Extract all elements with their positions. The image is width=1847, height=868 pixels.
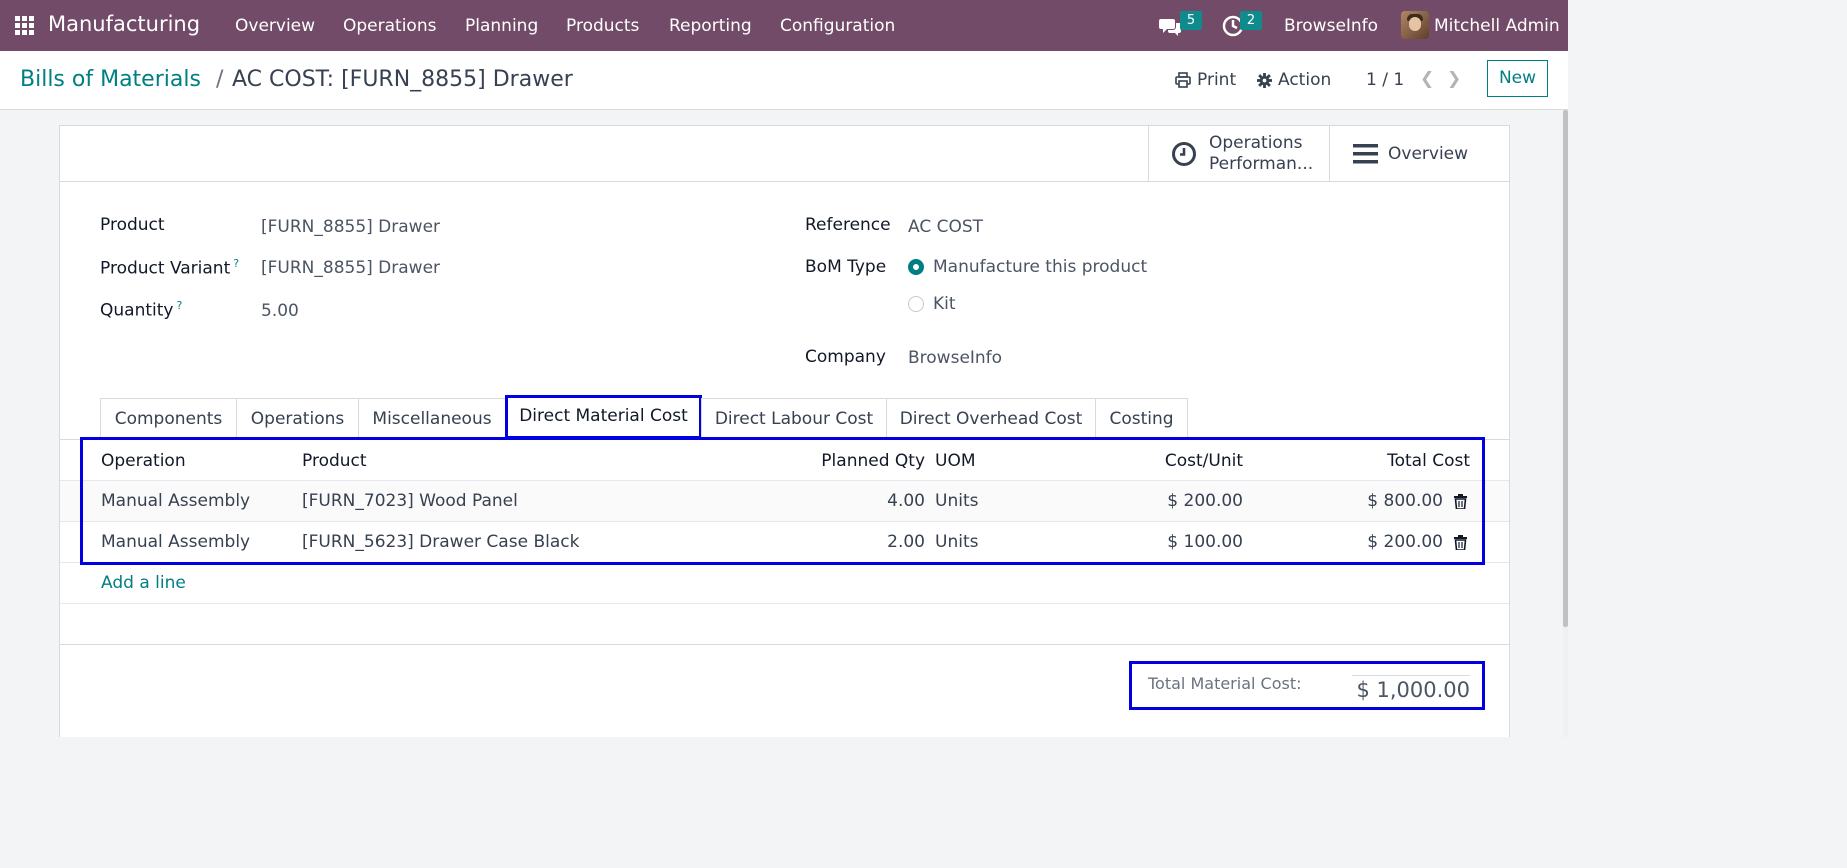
col-planned-qty[interactable]: Planned Qty bbox=[760, 451, 925, 471]
product-field[interactable]: [FURN_8855] Drawer bbox=[261, 217, 440, 237]
product-variant-label: Product Variant? bbox=[100, 257, 240, 279]
bom-type-manufacture-radio[interactable] bbox=[908, 259, 924, 275]
clock-icon bbox=[1172, 141, 1196, 166]
pager-value[interactable]: 1 / 1 bbox=[1366, 70, 1404, 90]
trash-icon[interactable] bbox=[1454, 494, 1467, 509]
menu-overview[interactable]: Overview bbox=[235, 16, 315, 36]
overview-button[interactable]: Overview bbox=[1329, 126, 1510, 181]
table-header: Operation Product Planned Qty UOM Cost/U… bbox=[60, 440, 1509, 481]
menu-products[interactable]: Products bbox=[566, 16, 639, 36]
row-product[interactable]: [FURN_7023] Wood Panel bbox=[302, 491, 518, 511]
breadcrumb-current-record: AC COST: [FURN_8855] Drawer bbox=[232, 67, 573, 92]
col-uom[interactable]: UOM bbox=[935, 451, 976, 471]
add-line-row bbox=[60, 563, 1509, 604]
printer-icon bbox=[1175, 72, 1191, 88]
tab-direct-material-cost[interactable]: Direct Material Cost bbox=[505, 395, 702, 439]
tab-direct-labour-cost[interactable]: Direct Labour Cost bbox=[701, 398, 887, 439]
list-icon bbox=[1353, 143, 1378, 163]
bom-type-manufacture-label[interactable]: Manufacture this product bbox=[933, 257, 1147, 277]
reference-field[interactable]: AC COST bbox=[908, 217, 983, 237]
scrollbar-thumb[interactable] bbox=[1563, 110, 1568, 627]
menu-operations[interactable]: Operations bbox=[343, 16, 436, 36]
action-label: Action bbox=[1278, 70, 1332, 90]
row-operation[interactable]: Manual Assembly bbox=[101, 532, 250, 552]
breadcrumb-separator: / bbox=[216, 67, 224, 92]
top-navbar: Manufacturing Overview Operations Planni… bbox=[0, 0, 1568, 51]
total-material-cost-label: Total Material Cost: bbox=[1148, 674, 1302, 693]
button-box: Operations Performan... Overview bbox=[60, 126, 1509, 182]
col-product[interactable]: Product bbox=[302, 451, 367, 471]
variant-help-icon[interactable]: ? bbox=[233, 257, 239, 270]
row-cost-unit[interactable]: $ 200.00 bbox=[1080, 491, 1243, 511]
row-product[interactable]: [FURN_5623] Drawer Case Black bbox=[302, 532, 579, 552]
activities-badge: 2 bbox=[1240, 11, 1262, 30]
quantity-help-icon[interactable]: ? bbox=[176, 299, 182, 312]
form-sheet: Operations Performan... Overview Product… bbox=[59, 125, 1510, 737]
app-menu-icon[interactable] bbox=[15, 16, 34, 35]
control-panel: Bills of Materials / AC COST: [FURN_8855… bbox=[0, 51, 1568, 110]
tab-operations[interactable]: Operations bbox=[236, 398, 359, 439]
table-row[interactable]: Manual Assembly [FURN_7023] Wood Panel 4… bbox=[60, 481, 1509, 522]
tab-direct-overhead-cost[interactable]: Direct Overhead Cost bbox=[886, 398, 1096, 439]
row-operation[interactable]: Manual Assembly bbox=[101, 491, 250, 511]
bom-type-kit-label[interactable]: Kit bbox=[933, 294, 956, 314]
trash-icon[interactable] bbox=[1454, 535, 1467, 550]
pager-previous-icon[interactable]: ❮ bbox=[1420, 69, 1434, 89]
col-operation[interactable]: Operation bbox=[101, 451, 186, 471]
totals-divider bbox=[60, 644, 1509, 645]
operations-performance-button[interactable]: Operations Performan... bbox=[1148, 126, 1330, 181]
row-cost-unit[interactable]: $ 100.00 bbox=[1080, 532, 1243, 552]
empty-row bbox=[60, 604, 1509, 645]
user-avatar[interactable] bbox=[1401, 11, 1429, 39]
operations-performance-line2: Performan... bbox=[1209, 153, 1314, 174]
action-button[interactable]: Action bbox=[1257, 70, 1331, 90]
row-planned-qty[interactable]: 2.00 bbox=[760, 532, 925, 552]
user-menu[interactable]: Mitchell Admin bbox=[1434, 16, 1560, 36]
print-label: Print bbox=[1197, 70, 1237, 90]
reference-label: Reference bbox=[805, 215, 891, 235]
app-title[interactable]: Manufacturing bbox=[48, 12, 200, 36]
company-field[interactable]: BrowseInfo bbox=[908, 348, 1002, 368]
company-switcher[interactable]: BrowseInfo bbox=[1284, 16, 1378, 36]
menu-configuration[interactable]: Configuration bbox=[780, 16, 895, 36]
tab-miscellaneous[interactable]: Miscellaneous bbox=[358, 398, 506, 439]
menu-reporting[interactable]: Reporting bbox=[669, 16, 752, 36]
tab-components[interactable]: Components bbox=[100, 398, 237, 439]
product-variant-field[interactable]: [FURN_8855] Drawer bbox=[261, 258, 440, 278]
total-material-cost-value: $ 1,000.00 bbox=[1352, 675, 1470, 702]
tab-costing[interactable]: Costing bbox=[1095, 398, 1188, 439]
operations-performance-line1: Operations bbox=[1209, 132, 1303, 153]
row-total-cost[interactable]: $ 800.00 bbox=[1280, 491, 1443, 511]
col-cost-unit[interactable]: Cost/Unit bbox=[1080, 451, 1243, 471]
col-total-cost[interactable]: Total Cost bbox=[1280, 451, 1470, 471]
menu-planning[interactable]: Planning bbox=[465, 16, 538, 36]
overview-label: Overview bbox=[1388, 143, 1469, 164]
gear-icon bbox=[1257, 72, 1272, 88]
bom-type-label: BoM Type bbox=[805, 257, 887, 277]
table-row[interactable]: Manual Assembly [FURN_5623] Drawer Case … bbox=[60, 522, 1509, 563]
breadcrumb-bills-of-materials[interactable]: Bills of Materials bbox=[20, 67, 201, 92]
print-button[interactable]: Print bbox=[1175, 70, 1236, 90]
bom-type-kit-radio[interactable] bbox=[908, 296, 924, 312]
row-planned-qty[interactable]: 4.00 bbox=[760, 491, 925, 511]
quantity-field[interactable]: 5.00 bbox=[261, 301, 299, 321]
messages-badge: 5 bbox=[1180, 11, 1202, 30]
chat-icon[interactable] bbox=[1158, 14, 1182, 38]
row-total-cost[interactable]: $ 200.00 bbox=[1280, 532, 1443, 552]
row-uom[interactable]: Units bbox=[935, 491, 978, 511]
new-button[interactable]: New bbox=[1487, 60, 1548, 97]
product-label: Product bbox=[100, 215, 165, 235]
add-line-button[interactable]: Add a line bbox=[101, 573, 186, 593]
quantity-label: Quantity? bbox=[100, 299, 183, 321]
pager-next-icon[interactable]: ❯ bbox=[1447, 69, 1461, 89]
row-uom[interactable]: Units bbox=[935, 532, 978, 552]
page-scrollbar[interactable] bbox=[1563, 110, 1568, 737]
company-label: Company bbox=[805, 347, 886, 367]
